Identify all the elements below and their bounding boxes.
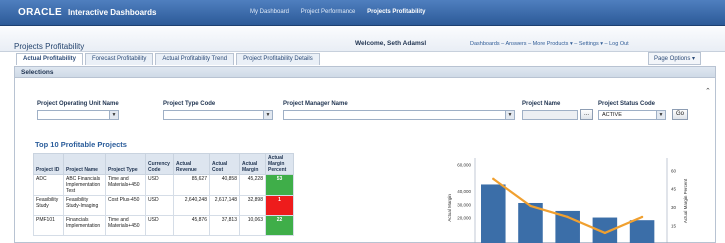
browse-button[interactable]: ... bbox=[580, 109, 593, 120]
cell-cost: 37,813 bbox=[209, 215, 240, 236]
chevron-down-icon: ▼ bbox=[505, 111, 514, 119]
line-point bbox=[492, 177, 495, 181]
y-tick-label: 30,000 bbox=[457, 202, 471, 207]
top-projects-table: Project ID Project Name Project Type Cur… bbox=[33, 153, 294, 236]
cell-margin: 45,228 bbox=[239, 174, 266, 196]
cell-revenue: 45,876 bbox=[173, 215, 210, 236]
y2-tick-label: 15 bbox=[671, 224, 677, 229]
collapse-icon[interactable]: ⌃ bbox=[705, 87, 711, 95]
profitability-chart: 60,000 40,000 30,000 20,000 60 45 30 15 Actual M… bbox=[447, 158, 688, 243]
manager-select[interactable]: ▼ bbox=[283, 110, 515, 120]
column-header[interactable]: Project ID bbox=[33, 153, 64, 175]
y2-tick-label: 45 bbox=[671, 187, 677, 192]
chevron-down-icon: ▼ bbox=[109, 111, 118, 119]
top-nav-project-performance[interactable]: Project Performance bbox=[301, 9, 356, 15]
cell-cost: 40,858 bbox=[209, 174, 240, 196]
cell-margin-percent: 1 bbox=[265, 195, 294, 216]
page-options-button[interactable]: Page Options ▾ bbox=[648, 52, 702, 65]
cell-project-type: Time and Materials+450 bbox=[105, 174, 146, 196]
prompt-label-operating-unit: Project Operating Unit Name bbox=[37, 101, 119, 107]
cell-margin: 32,898 bbox=[239, 195, 266, 216]
prompt-label-status: Project Status Code bbox=[598, 101, 656, 107]
table-row: Feasibility Study Feasibility Study-Imag… bbox=[33, 195, 294, 216]
y-tick-label: 20,000 bbox=[457, 216, 471, 221]
chart-bar bbox=[555, 210, 580, 243]
tab-actual-profitability[interactable]: Actual Profitability bbox=[16, 53, 84, 65]
top-nav-projects-profitability[interactable]: Projects Profitability bbox=[367, 9, 425, 15]
cell-margin-percent: 53 bbox=[265, 174, 294, 196]
cell-margin: 10,063 bbox=[239, 215, 266, 236]
prompt-label-type-code: Project Type Code bbox=[163, 101, 216, 107]
dashboard-content: Selections ⌃ Project Operating Unit Name… bbox=[14, 66, 716, 243]
line-point bbox=[603, 231, 607, 235]
y-axis-label: Actual Margin bbox=[447, 194, 452, 222]
line-point bbox=[529, 204, 532, 208]
welcome-message: Welcome, Seth Adamsl bbox=[355, 40, 427, 47]
tab-project-profitability-details[interactable]: Project Profitability Details bbox=[236, 53, 320, 65]
chart-bar bbox=[629, 220, 655, 243]
prompt-label-manager: Project Manager Name bbox=[283, 101, 348, 107]
app-header: ORACLE Interactive Dashboards My Dashboar… bbox=[0, 0, 725, 26]
cell-project-id[interactable]: Feasibility Study bbox=[33, 195, 64, 216]
status-select-value: ACTIVE bbox=[602, 112, 622, 118]
operating-unit-select[interactable]: ▼ bbox=[37, 110, 119, 120]
global-links[interactable]: Dashboards – Answers – More Products ▾ –… bbox=[470, 41, 629, 47]
dashboard-tabs: Actual Profitability Forecast Profitabil… bbox=[16, 53, 320, 65]
tab-actual-profitability-trend[interactable]: Actual Profitability Trend bbox=[155, 53, 235, 65]
oracle-logo: ORACLE bbox=[18, 7, 63, 18]
cell-currency: USD bbox=[145, 215, 174, 236]
prompt-label-project-name: Project Name bbox=[522, 101, 561, 107]
cell-revenue: 85,627 bbox=[173, 174, 210, 196]
cell-margin-percent: 22 bbox=[265, 215, 294, 236]
selections-title: Selections bbox=[21, 69, 54, 76]
status-select[interactable]: ACTIVE ▼ bbox=[598, 110, 666, 120]
cell-currency: USD bbox=[145, 195, 174, 216]
chart-bar bbox=[481, 184, 506, 243]
title-bar: Projects Profitability Welcome, Seth Ada… bbox=[0, 26, 725, 52]
selections-header[interactable]: Selections bbox=[15, 67, 715, 78]
column-header[interactable]: Project Name bbox=[63, 153, 106, 175]
tab-forecast-profitability[interactable]: Forecast Profitability bbox=[85, 53, 154, 65]
table-row: PMF101 Financials Implementation Time an… bbox=[33, 215, 294, 236]
project-name-input[interactable] bbox=[522, 110, 578, 120]
y-tick-label: 40,000 bbox=[457, 189, 471, 194]
type-code-select[interactable]: ▼ bbox=[163, 110, 273, 120]
y2-tick-label: 30 bbox=[671, 205, 677, 210]
column-header[interactable]: Currency Code bbox=[145, 153, 174, 175]
line-point bbox=[640, 215, 644, 219]
cell-currency: USD bbox=[145, 174, 174, 196]
y2-axis-label: Actual Margin Percent bbox=[683, 178, 688, 223]
chevron-down-icon: ▼ bbox=[656, 111, 665, 119]
cell-project-type: Cost Plus-450 bbox=[105, 195, 146, 216]
y-tick-label: 60,000 bbox=[457, 163, 471, 168]
section-title: Top 10 Profitable Projects bbox=[35, 140, 127, 149]
column-header[interactable]: Actual Margin bbox=[239, 153, 266, 175]
cell-project-type: Time and Materials+450 bbox=[105, 215, 146, 236]
line-point bbox=[566, 215, 569, 219]
y2-tick-label: 60 bbox=[671, 168, 677, 173]
cell-cost: 2,617,148 bbox=[209, 195, 240, 216]
column-header[interactable]: Actual Margin Percent bbox=[265, 153, 294, 175]
product-name: Interactive Dashboards bbox=[68, 8, 157, 17]
column-header[interactable]: Actual Cost bbox=[209, 153, 240, 175]
cell-project-name[interactable]: ABC Financials Implementation Test bbox=[63, 174, 106, 196]
chevron-down-icon: ▼ bbox=[263, 111, 272, 119]
table-row: ADC ABC Financials Implementation Test T… bbox=[33, 174, 294, 196]
top-nav-my-dashboard[interactable]: My Dashboard bbox=[250, 9, 289, 15]
cell-project-name[interactable]: Feasibility Study-Imaging bbox=[63, 195, 106, 216]
top-nav: My Dashboard Project Performance Project… bbox=[250, 9, 435, 15]
cell-project-id[interactable]: PMF101 bbox=[33, 215, 64, 236]
cell-project-name[interactable]: Financials Implementation bbox=[63, 215, 106, 236]
cell-project-id[interactable]: ADC bbox=[33, 174, 64, 196]
go-button[interactable]: Go bbox=[672, 109, 688, 120]
page-title: Projects Profitability bbox=[14, 42, 85, 51]
column-header[interactable]: Actual Revenue bbox=[173, 153, 210, 175]
cell-revenue: 2,640,248 bbox=[173, 195, 210, 216]
brand: ORACLE Interactive Dashboards bbox=[18, 7, 157, 18]
column-header[interactable]: Project Type bbox=[105, 153, 146, 175]
